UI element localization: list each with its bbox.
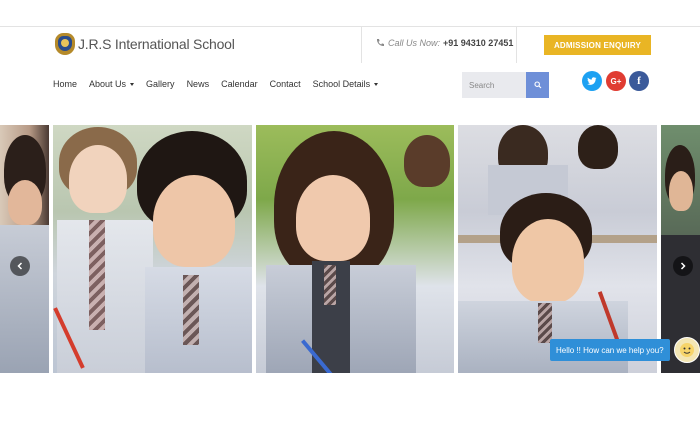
nav-item-label: Gallery (146, 79, 175, 89)
search-input[interactable] (462, 72, 526, 98)
caret-down-icon (130, 82, 135, 86)
slide-3 (256, 125, 454, 373)
school-name: J.R.S International School (78, 36, 235, 52)
slide-4 (458, 125, 657, 373)
facebook-icon: f (637, 75, 641, 87)
phone-number[interactable]: +91 94310 27451 (443, 38, 513, 48)
google-plus-icon: G+ (610, 76, 622, 86)
top-bar: J.R.S International School Call Us Now: … (0, 27, 700, 63)
chevron-left-icon (17, 262, 23, 270)
nav-item-label: News (186, 79, 210, 89)
nav-item-label: Calendar (221, 79, 258, 89)
nav-item-contact[interactable]: Contact (270, 79, 301, 89)
chevron-right-icon (680, 262, 686, 270)
nav-item-gallery[interactable]: Gallery (146, 79, 175, 89)
main-nav: Home About Us Gallery News Calendar Cont… (53, 79, 390, 89)
nav-item-news[interactable]: News (187, 79, 210, 89)
phone-icon (376, 39, 384, 47)
twitter-button[interactable] (582, 71, 602, 91)
call-label: Call Us Now: (388, 38, 441, 48)
divider (361, 27, 362, 63)
nav-item-label: About Us (89, 79, 127, 89)
nav-item-label: School Details (312, 79, 371, 89)
nav-item-calendar[interactable]: Calendar (221, 79, 258, 89)
nav-item-school-details[interactable]: School Details (313, 79, 379, 89)
search-icon (533, 81, 541, 89)
search-button[interactable] (526, 72, 549, 98)
divider (516, 27, 517, 63)
school-crest-icon (55, 33, 75, 55)
chat-widget[interactable]: Hello !! How can we help you? (550, 337, 700, 363)
nav-item-about-us[interactable]: About Us (89, 79, 135, 89)
image-slider[interactable] (0, 125, 700, 373)
school-logo[interactable]: J.R.S International School (55, 31, 235, 57)
caret-down-icon (374, 82, 379, 86)
slider-prev-button[interactable] (10, 256, 30, 276)
slide-1 (0, 125, 49, 373)
call-us: Call Us Now: +91 94310 27451 (375, 38, 513, 48)
slide-2 (53, 125, 252, 373)
twitter-icon (587, 76, 597, 85)
slider-next-button[interactable] (673, 256, 693, 276)
chat-message[interactable]: Hello !! How can we help you? (550, 339, 670, 361)
chat-avatar[interactable] (673, 337, 700, 363)
slide-5 (661, 125, 700, 373)
facebook-button[interactable]: f (629, 71, 649, 91)
nav-item-home[interactable]: Home (53, 79, 77, 89)
bot-avatar-icon (679, 343, 694, 357)
nav-item-label: Home (53, 79, 78, 89)
admission-enquiry-button[interactable]: ADMISSION ENQUIRY (544, 35, 651, 55)
nav-item-label: Contact (269, 79, 301, 89)
google-plus-button[interactable]: G+ (606, 71, 626, 91)
